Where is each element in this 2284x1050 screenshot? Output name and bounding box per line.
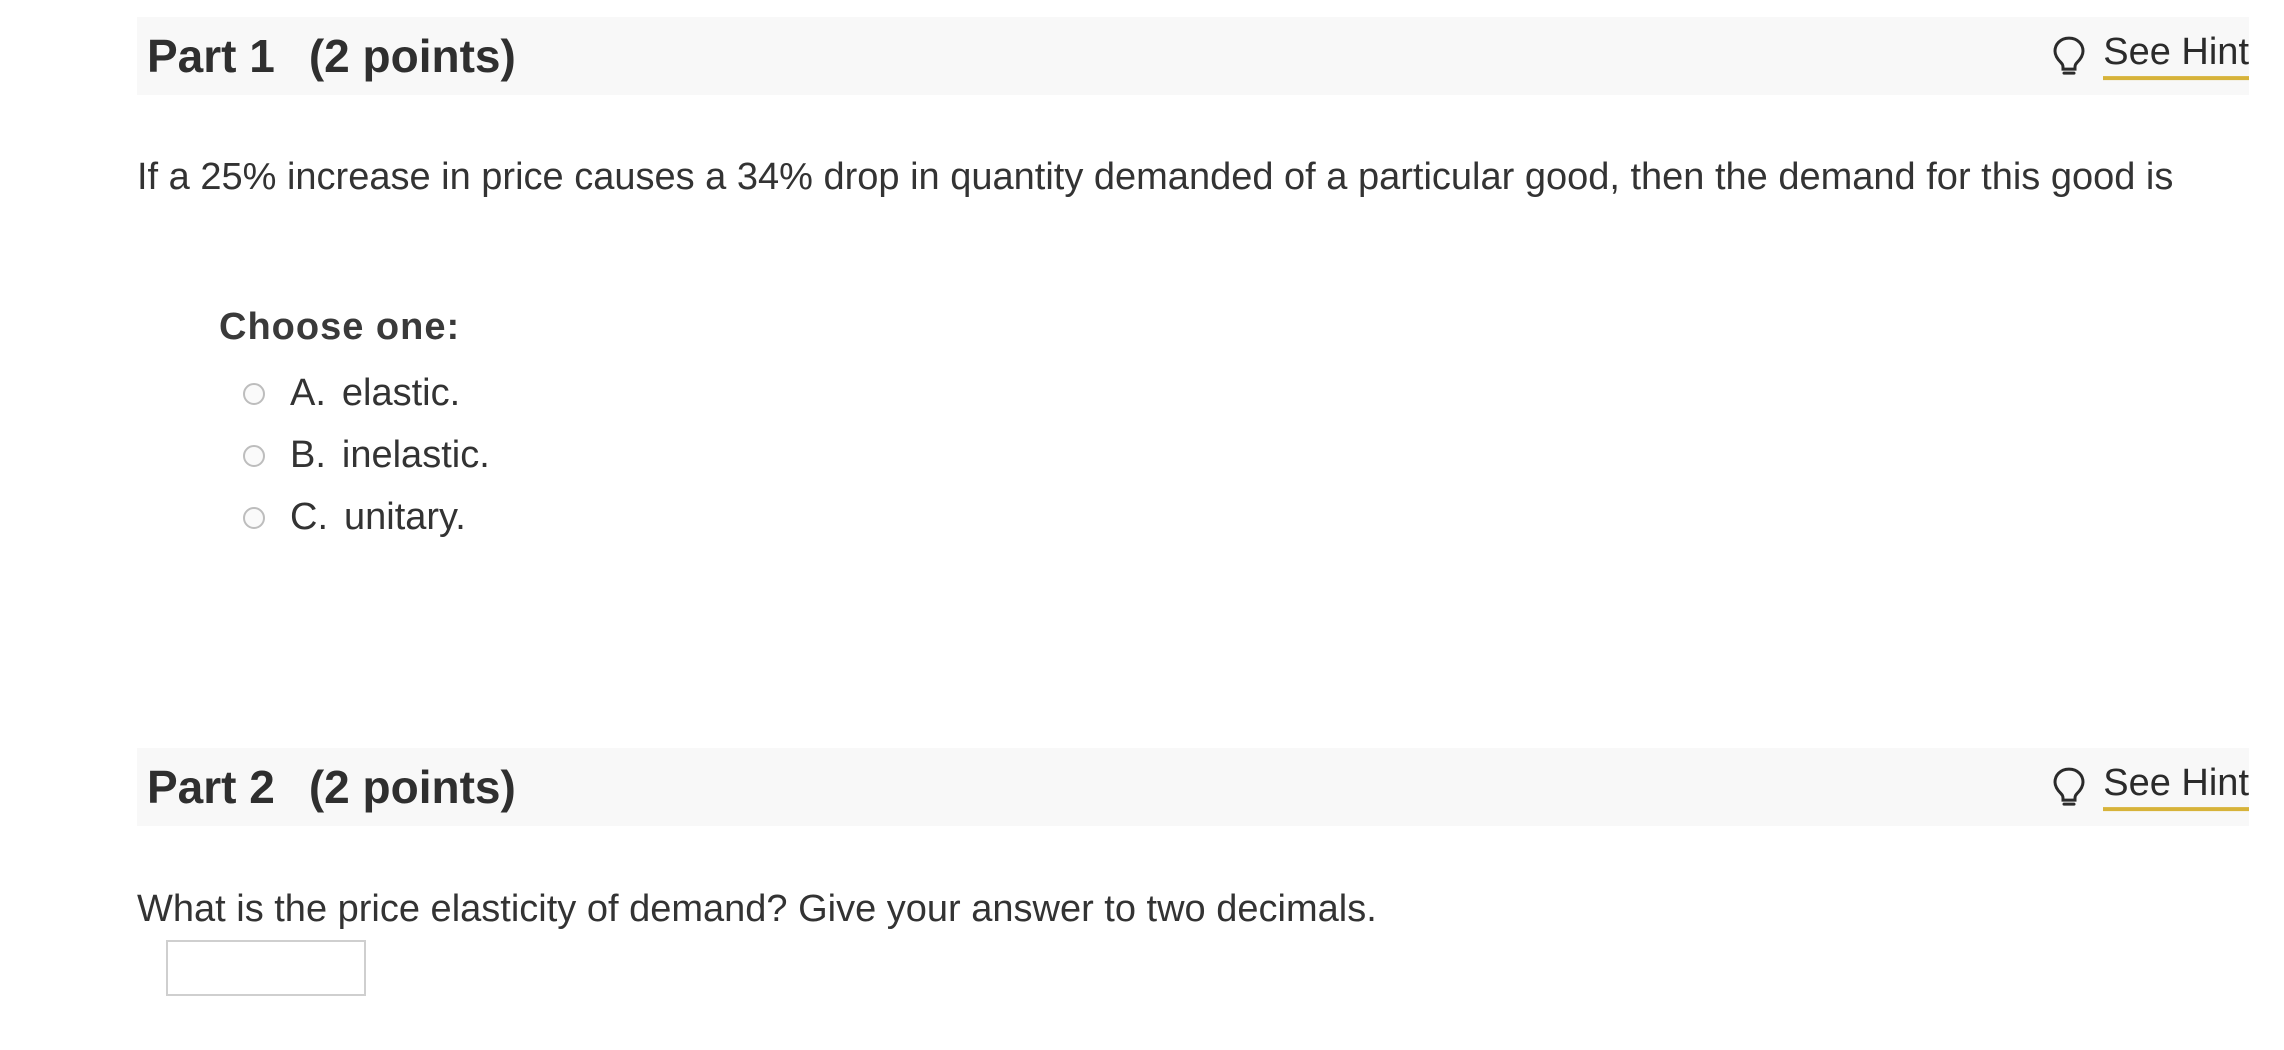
choose-one-label: Choose one: bbox=[219, 306, 461, 348]
elasticity-answer-input[interactable] bbox=[166, 940, 366, 996]
option-c-letter: C. bbox=[290, 496, 328, 538]
option-a-text: elastic. bbox=[341, 372, 461, 414]
part-2-header: Part 2 (2 points) See Hint bbox=[137, 748, 2249, 826]
part-1-see-hint-link[interactable]: See Hint bbox=[2051, 31, 2249, 80]
part-1-title: Part 1 (2 points) bbox=[147, 29, 516, 83]
option-b-radio[interactable] bbox=[243, 444, 265, 467]
part-2-see-hint-link[interactable]: See Hint bbox=[2051, 762, 2249, 811]
part-1-hint-label: See Hint bbox=[2103, 31, 2249, 80]
option-b-text: inelastic. bbox=[341, 434, 490, 476]
part-1-label: Part 1 bbox=[147, 30, 275, 82]
option-c[interactable]: C. unitary. bbox=[243, 496, 466, 539]
part-1-points: (2 points) bbox=[308, 30, 516, 82]
lightbulb-icon bbox=[2051, 766, 2087, 808]
option-a-letter: A. bbox=[290, 372, 326, 414]
part-2-question: What is the price elasticity of demand? … bbox=[137, 888, 1377, 930]
lightbulb-icon bbox=[2051, 35, 2087, 77]
part-2-points: (2 points) bbox=[308, 761, 516, 813]
option-c-text: unitary. bbox=[344, 496, 466, 538]
option-a-radio[interactable] bbox=[243, 382, 265, 405]
option-b-letter: B. bbox=[290, 434, 326, 476]
option-a[interactable]: A. elastic. bbox=[243, 372, 460, 415]
part-1-header: Part 1 (2 points) See Hint bbox=[137, 17, 2249, 95]
option-c-radio[interactable] bbox=[243, 506, 265, 529]
part-2-hint-label: See Hint bbox=[2103, 762, 2249, 811]
part-2-label: Part 2 bbox=[147, 761, 275, 813]
part-1-question: If a 25% increase in price causes a 34% … bbox=[137, 156, 2174, 198]
option-b[interactable]: B. inelastic. bbox=[243, 434, 490, 477]
part-2-title: Part 2 (2 points) bbox=[147, 760, 516, 814]
